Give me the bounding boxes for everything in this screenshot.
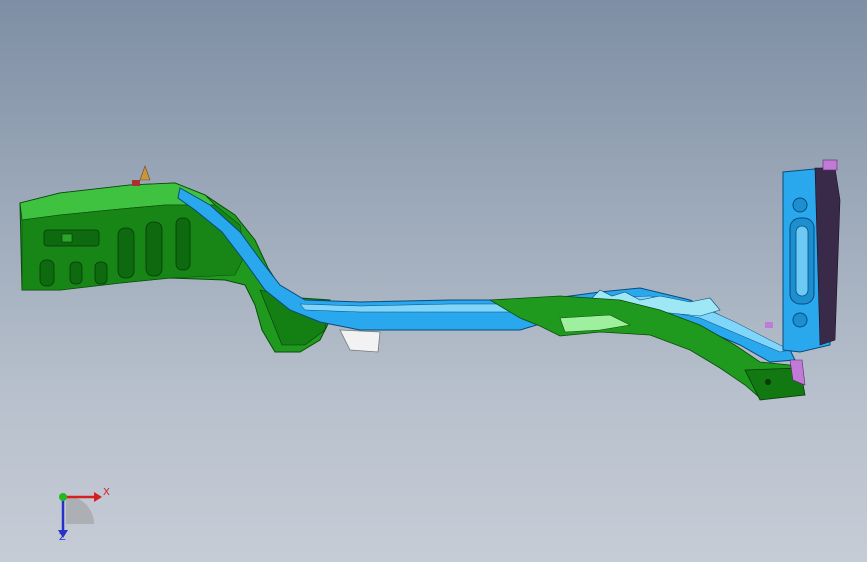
cad-model-assembly[interactable] bbox=[0, 0, 867, 562]
coordinate-triad: X Z bbox=[44, 478, 124, 548]
triad-axes-icon bbox=[58, 492, 102, 538]
x-axis-label: X bbox=[103, 487, 110, 498]
cad-viewport[interactable]: X Z bbox=[0, 0, 867, 562]
z-axis-label: Z bbox=[59, 532, 66, 543]
green-body-section[interactable] bbox=[19, 165, 331, 353]
